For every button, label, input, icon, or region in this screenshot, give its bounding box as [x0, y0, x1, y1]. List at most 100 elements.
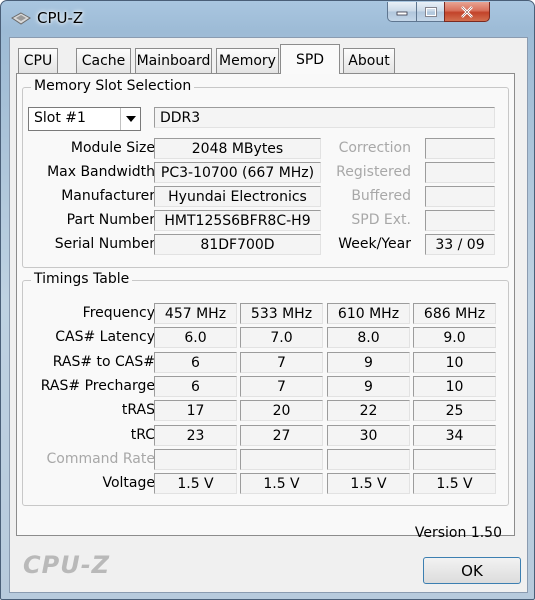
timing-cell-value: 27 [272, 427, 291, 444]
timing-cell: 1.5 V [240, 473, 323, 494]
timing-cell: 10 [413, 352, 496, 373]
timing-cell: 6 [154, 352, 237, 373]
timing-cell: 17 [154, 400, 237, 421]
timing-cell [413, 449, 496, 470]
timing-cell [240, 449, 323, 470]
timing-cell-value: 20 [272, 402, 291, 419]
minimize-button[interactable] [387, 2, 417, 22]
cpuz-logo: CPU-Z [23, 551, 111, 579]
timing-cell: 1.5 V [327, 473, 410, 494]
version-label: Version 1.50 [414, 525, 502, 541]
tab-label: SPD [295, 51, 325, 68]
timing-cell: 1.5 V [413, 473, 496, 494]
serial-number-field: 81DF700D [154, 234, 321, 255]
app-chip-icon [11, 12, 31, 25]
registered-field [425, 162, 495, 183]
timing-cell-value: 6.0 [184, 329, 207, 346]
timing-cell-value: 610 MHz [337, 305, 400, 322]
module-size-field: 2048 MBytes [154, 138, 321, 159]
correction-label: Correction [338, 140, 411, 156]
timing-cell: 20 [240, 400, 323, 421]
timing-cell-value: 1.5 V [263, 475, 300, 492]
timing-cell: 22 [327, 400, 410, 421]
timing-cell: 34 [413, 425, 496, 446]
timing-cell: 7 [240, 376, 323, 397]
manufacturer-field: Hyundai Electronics [154, 186, 321, 207]
buffered-field [425, 186, 495, 207]
week-year-value: 33 / 09 [435, 236, 485, 253]
timing-row-label: Frequency [82, 305, 155, 321]
tab-label: About [348, 53, 390, 69]
timing-row-label: Voltage [102, 475, 155, 491]
part-number-field: HMT125S6BFR8C-H9 [154, 210, 321, 231]
title-bar[interactable]: CPU-Z [1, 1, 534, 37]
timing-cell: 8.0 [327, 327, 410, 348]
module-size-value: 2048 MBytes [191, 140, 284, 157]
timing-cell-value: 1.5 V [350, 475, 387, 492]
chevron-down-icon [120, 108, 140, 130]
timing-cell-value: 9.0 [443, 329, 466, 346]
slot-select[interactable]: Slot #1 [28, 107, 141, 131]
maximize-button[interactable] [416, 2, 445, 22]
tab-cpu[interactable]: CPU [18, 48, 58, 73]
timing-cell-value: 17 [186, 402, 205, 419]
timing-cell-value: 6 [191, 354, 200, 371]
timing-cell: 25 [413, 400, 496, 421]
tab-label: Memory [219, 53, 276, 69]
timing-cell-value: 30 [359, 427, 378, 444]
timing-cell: 23 [154, 425, 237, 446]
group-legend: Timings Table [31, 271, 133, 287]
slot-select-value: Slot #1 [34, 110, 86, 126]
timing-cell: 1.5 V [154, 473, 237, 494]
timing-cell-value: 10 [445, 378, 464, 395]
part-number-value: HMT125S6BFR8C-H9 [164, 212, 311, 229]
memory-type-value: DDR3 [160, 109, 201, 126]
tab-spd[interactable]: SPD [280, 44, 340, 74]
timing-cell: 27 [240, 425, 323, 446]
cpuz-window: CPU-Z CPU Cache Mainboard Memory SPD Abo… [0, 0, 535, 600]
ok-label: OK [461, 561, 483, 580]
ok-button[interactable]: OK [423, 557, 521, 584]
timing-cell: 610 MHz [327, 303, 410, 324]
spd-ext-label: SPD Ext. [351, 212, 411, 228]
timing-row-label: RAS# Precharge [40, 378, 155, 394]
timing-cell-value: 7 [277, 354, 286, 371]
memory-type-field: DDR3 [154, 107, 495, 128]
timing-cell-value: 7 [277, 378, 286, 395]
timing-cell-value: 1.5 V [177, 475, 214, 492]
minimize-icon [396, 11, 408, 15]
serial-number-value: 81DF700D [200, 236, 275, 253]
close-button[interactable] [444, 2, 490, 22]
week-year-field: 33 / 09 [425, 234, 495, 255]
module-size-label: Module Size [70, 140, 155, 156]
timing-cell: 10 [413, 376, 496, 397]
timing-row-label: CAS# Latency [55, 329, 155, 345]
timing-cell: 9 [327, 352, 410, 373]
timing-cell [154, 449, 237, 470]
timing-cell [327, 449, 410, 470]
timing-cell: 7.0 [240, 327, 323, 348]
timing-cell: 686 MHz [413, 303, 496, 324]
tab-label: Mainboard [136, 53, 211, 69]
timing-cell-value: 7.0 [270, 329, 293, 346]
timing-cell-value: 457 MHz [164, 305, 227, 322]
tab-label: CPU [23, 53, 53, 69]
tab-cache[interactable]: Cache [76, 48, 131, 73]
spd-panel: Memory Slot Selection Slot #1 DDR3 Modul… [16, 73, 515, 541]
max-bandwidth-label: Max Bandwidth [47, 164, 155, 180]
buffered-label: Buffered [351, 188, 411, 204]
timing-cell-value: 25 [445, 402, 464, 419]
timing-row-label: tRC [130, 427, 155, 443]
tab-about[interactable]: About [343, 48, 395, 73]
maximize-icon [424, 6, 437, 17]
manufacturer-label: Manufacturer [61, 188, 155, 204]
tab-memory[interactable]: Memory [216, 48, 279, 73]
spd-ext-field [425, 210, 495, 231]
manufacturer-value: Hyundai Electronics [168, 188, 307, 205]
timing-cell-value: 9 [364, 378, 373, 395]
timing-cell-value: 23 [186, 427, 205, 444]
tab-mainboard[interactable]: Mainboard [135, 48, 212, 73]
group-legend: Memory Slot Selection [31, 78, 195, 94]
timing-cell: 457 MHz [154, 303, 237, 324]
timing-cell-value: 9 [364, 354, 373, 371]
